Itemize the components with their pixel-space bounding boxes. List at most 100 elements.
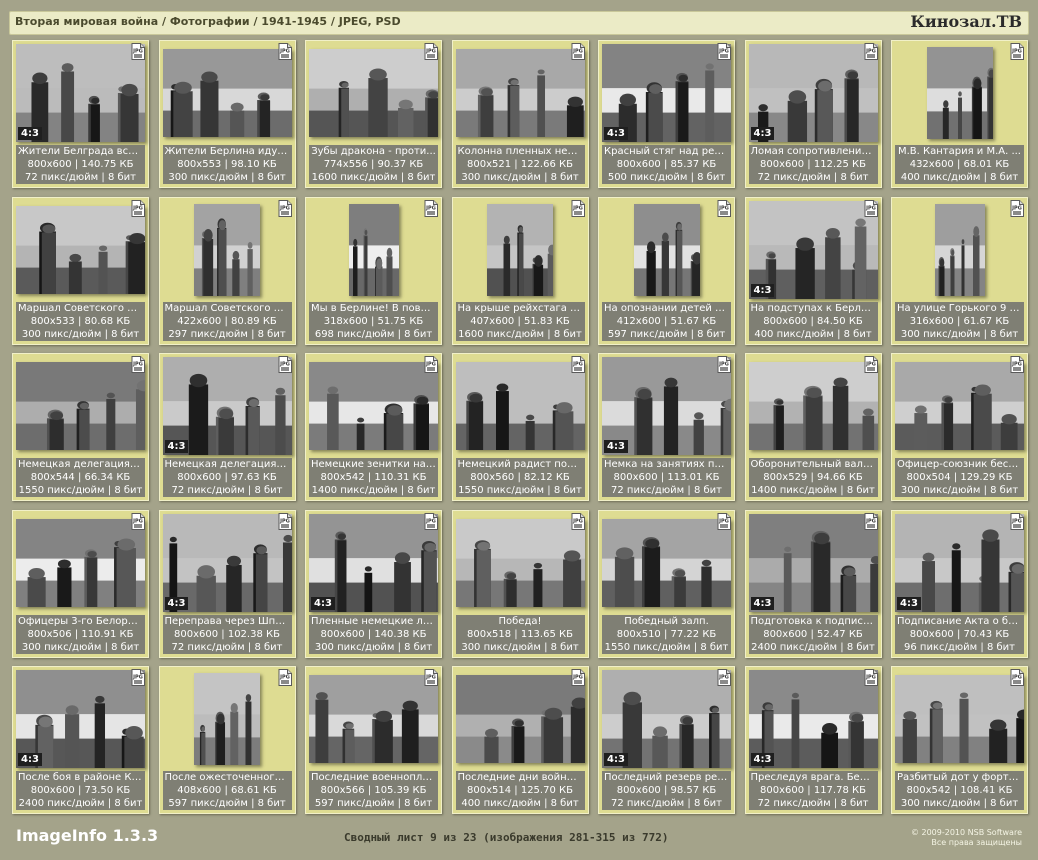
thumbnail-photo[interactable] [16, 205, 145, 294]
thumbnail-photo[interactable] [926, 47, 993, 139]
image-dimensions: 800x553 | 98.10 КБ [177, 159, 277, 170]
thumbnail-tile[interactable]: JPG Офицеры 3-го Белору... 800x506 | 110… [12, 509, 149, 658]
thumbnail-photo[interactable] [633, 203, 700, 296]
jpg-file-icon: JPG [1010, 199, 1024, 217]
thumbnail-caption: Немецкий радист под ... 800x560 | 82.12 … [455, 458, 585, 497]
svg-text:JPG: JPG [1011, 205, 1022, 211]
thumbnail-photo[interactable] [487, 203, 553, 296]
thumbnail-tile[interactable]: 4:3 JPG Немка на занятиях по ... 800x600… [598, 353, 735, 501]
svg-text:JPG: JPG [132, 205, 143, 211]
thumbnail-photo[interactable] [934, 203, 985, 296]
image-title: Жители Берлина идут... [164, 146, 292, 157]
thumbnail-tile[interactable]: 4:3 JPG Красный стяг над рей... 800x600 … [598, 40, 735, 188]
thumbnail-tile[interactable]: 4:3 JPG Последний резерв рей... 800x600 … [598, 666, 735, 814]
thumbnail-photo[interactable]: 4:3 [16, 670, 145, 768]
image-dimensions: 800x600 | 140.75 КБ [27, 159, 134, 170]
image-dimensions: 800x600 | 73.50 КБ [30, 785, 131, 796]
thumbnail-tile[interactable]: JPG Жители Берлина идут... 800x553 | 98.… [158, 40, 296, 188]
thumbnail-photo[interactable] [455, 675, 585, 763]
image-title: Подписание Акта о бе... [897, 615, 1024, 627]
thumbnail-photo[interactable] [455, 518, 585, 607]
thumbnail-caption: Пленные немецкие ле... 800x600 | 140.38 … [309, 614, 438, 654]
thumbnail-tile[interactable]: JPG Последние военнопле... 800x566 | 105… [305, 666, 442, 814]
thumbnail-photo[interactable]: 4:3 [16, 44, 145, 142]
image-dimensions: 318x600 | 51.75 КБ [323, 315, 424, 327]
thumbnail-tile[interactable]: JPG Победа! 800x518 | 113.65 КБ 300 пикс… [451, 509, 589, 658]
image-title: Последний резерв рей... [604, 772, 731, 783]
thumbnail-photo[interactable] [895, 675, 1024, 763]
jpg-file-icon: JPG [717, 512, 731, 530]
thumbnail-caption: Жители Белграда вст... 800x600 | 140.75 … [16, 145, 145, 184]
thumbnail-tile[interactable]: JPG Немецкий радист под ... 800x560 | 82… [451, 353, 589, 501]
thumbnail-tile[interactable]: JPG После ожесточенного ... 408x600 | 68… [158, 666, 296, 814]
thumbnail-photo[interactable]: 4:3 [602, 44, 731, 142]
thumbnail-photo[interactable]: 4:3 [748, 513, 878, 612]
image-resolution: 72 пикс/дюйм | 8 бит [757, 798, 869, 809]
thumbnail-tile[interactable]: JPG Оборонительный вал ... 800x529 | 94.… [744, 353, 882, 501]
thumbnail-tile[interactable]: JPG Разбитый дот у форта... 800x542 | 10… [891, 666, 1028, 814]
svg-text:JPG: JPG [865, 518, 876, 524]
thumbnail-tile[interactable]: 4:3 JPG Подготовка к подписа... 800x600 … [744, 509, 882, 658]
thumbnail-tile[interactable]: 4:3 JPG Ломая сопротивление ... 800x600 … [744, 40, 882, 188]
thumbnail-tile[interactable]: JPG Маршал Советского С... 800x533 | 80.… [12, 196, 149, 345]
thumbnail-photo[interactable] [162, 49, 292, 137]
thumbnail-tile[interactable]: JPG Последние дни войны... 800x514 | 125… [451, 666, 589, 814]
thumbnail-tile[interactable]: JPG Колонна пленных нем... 800x521 | 122… [451, 40, 589, 188]
thumbnail-tile[interactable]: 4:3 JPG Немецкая делегация, ... 800x600 … [158, 353, 296, 501]
image-dimensions: 408x600 | 68.61 КБ [177, 785, 277, 796]
thumbnail-photo[interactable] [309, 675, 438, 763]
thumbnail-caption: Подписание Акта о бе... 800x600 | 70.43 … [895, 614, 1024, 654]
thumbnail-tile[interactable]: JPG Зубы дракона - проти... 774x556 | 90… [305, 40, 442, 188]
thumbnail-photo[interactable] [309, 49, 438, 137]
thumbnail-photo[interactable]: 4:3 [895, 513, 1024, 612]
thumbnail-tile[interactable]: JPG На крыше рейхстага б... 407x600 | 51… [451, 196, 589, 345]
aspect-ratio-badge: 4:3 [750, 127, 775, 140]
thumbnail-tile[interactable]: JPG Мы в Берлине! В пове... 318x600 | 51… [305, 196, 442, 345]
thumbnail-tile[interactable]: JPG Маршал Советского С... 422x600 | 80.… [158, 196, 296, 345]
thumbnail-photo[interactable]: 4:3 [602, 670, 731, 768]
thumbnail-photo[interactable] [194, 673, 260, 765]
thumbnail-photo[interactable]: 4:3 [602, 357, 731, 455]
thumbnail-tile[interactable]: JPG На опознании детей Г... 412x600 | 51… [598, 196, 735, 345]
thumbnail-photo[interactable] [194, 203, 260, 296]
thumbnail-image-area [453, 198, 588, 302]
thumbnail-tile[interactable]: JPG Победный залп. 800x510 | 77.22 КБ 15… [598, 509, 735, 658]
thumbnail-photo[interactable] [602, 518, 731, 607]
image-dimensions: 800x600 | 102.38 КБ [174, 628, 280, 640]
thumbnail-photo[interactable] [748, 362, 878, 450]
thumbnail-tile[interactable]: JPG М.В. Кантария и М.А. ... 432x600 | 6… [891, 40, 1028, 188]
thumbnail-tile[interactable]: JPG На улице Горького 9 м... 316x600 | 6… [891, 196, 1028, 345]
thumbnail-photo[interactable]: 4:3 [748, 44, 878, 142]
thumbnail-tile[interactable]: 4:3 JPG Пленные немецкие ле... 800x600 |… [305, 509, 442, 658]
thumbnail-caption: Немецкие зенитки на ... 800x542 | 110.31… [309, 458, 438, 497]
thumbnail-image-area [160, 198, 295, 302]
thumbnail-photo[interactable] [309, 362, 438, 450]
svg-text:JPG: JPG [279, 205, 290, 211]
thumbnail-photo[interactable] [455, 49, 585, 137]
image-dimensions: 800x533 | 80.68 КБ [30, 315, 131, 327]
thumbnail-tile[interactable]: 4:3 JPG После боя в районе Ке... 800x600… [12, 666, 149, 814]
thumbnail-photo[interactable] [455, 362, 585, 450]
thumbnail-photo[interactable]: 4:3 [748, 670, 878, 768]
thumbnail-tile[interactable]: 4:3 JPG На подступах к Берли... 800x600 … [744, 196, 882, 345]
thumbnail-photo[interactable] [16, 362, 145, 450]
thumbnail-tile[interactable]: 4:3 JPG Подписание Акта о бе... 800x600 … [891, 509, 1028, 658]
thumbnail-photo[interactable]: 4:3 [309, 513, 438, 612]
thumbnail-tile[interactable]: 4:3 JPG Переправа через Шпр... 800x600 |… [158, 509, 296, 658]
thumbnail-tile[interactable]: 4:3 JPG Жители Белграда вст... 800x600 |… [12, 40, 149, 188]
thumbnail-tile[interactable]: 4:3 JPG Преследуя врага. Бер... 800x600 … [744, 666, 882, 814]
image-dimensions: 316x600 | 61.67 КБ [909, 315, 1010, 327]
thumbnail-photo[interactable]: 4:3 [748, 200, 878, 299]
thumbnail-photo[interactable] [895, 362, 1024, 450]
jpg-file-icon: JPG [864, 512, 878, 530]
thumbnail-image-area: 4:3 [160, 354, 295, 458]
thumbnail-tile[interactable]: JPG Офицер-союзник бесе... 800x504 | 129… [891, 353, 1028, 501]
svg-text:JPG: JPG [279, 49, 290, 55]
thumbnail-photo[interactable] [16, 518, 145, 607]
thumbnail-caption: На опознании детей Г... 412x600 | 51.67 … [602, 301, 731, 341]
thumbnail-tile[interactable]: JPG Немецкая делегация в... 800x544 | 66… [12, 353, 149, 501]
thumbnail-photo[interactable]: 4:3 [162, 513, 292, 612]
thumbnail-photo[interactable]: 4:3 [162, 357, 292, 455]
thumbnail-tile[interactable]: JPG Немецкие зенитки на ... 800x542 | 11… [305, 353, 442, 501]
thumbnail-photo[interactable] [348, 203, 399, 296]
